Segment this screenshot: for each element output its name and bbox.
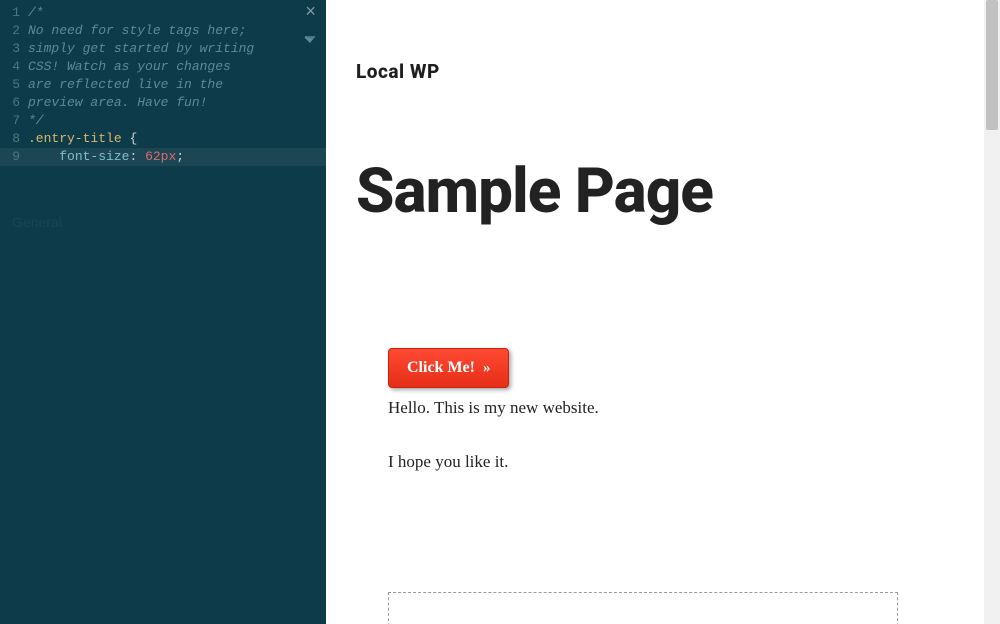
code-line[interactable]: 2No need for style tags here; [0,22,326,40]
code-line[interactable]: 5are reflected live in the [0,76,326,94]
code-line[interactable]: 6preview area. Have fun! [0,94,326,112]
code-text[interactable]: /* [28,4,326,22]
line-number: 7 [0,112,28,130]
code-text[interactable]: No need for style tags here; [28,22,326,40]
code-line[interactable]: 8.entry-title { [0,130,326,148]
css-editor-panel: × 1/*2No need for style tags here;3simpl… [0,0,326,624]
scrollbar[interactable] [984,0,1000,624]
line-number: 8 [0,130,28,148]
ghost-label: General [12,214,286,230]
code-text[interactable]: simply get started by writing [28,40,326,58]
line-number: 1 [0,4,28,22]
line-number: 5 [0,76,28,94]
code-text[interactable]: font-size: 62px; [28,148,326,166]
code-text[interactable]: preview area. Have fun! [28,94,326,112]
close-icon[interactable]: × [305,4,316,22]
line-number: 3 [0,40,28,58]
content-block-placeholder[interactable] [388,592,898,624]
code-line[interactable]: 4CSS! Watch as your changes [0,58,326,76]
code-editor[interactable]: 1/*2No need for style tags here;3simply … [0,0,326,166]
line-number: 6 [0,94,28,112]
paragraph: I hope you like it. [388,452,970,472]
code-text[interactable]: .entry-title { [28,130,326,148]
code-text[interactable]: */ [28,112,326,130]
live-preview: Local WP Sample Page Click Me! » Hello. … [326,0,1000,624]
code-text[interactable]: are reflected live in the [28,76,326,94]
line-number: 9 [0,148,28,166]
entry-title: Sample Page [356,155,970,228]
line-number: 4 [0,58,28,76]
paragraph: Hello. This is my new website. [388,398,970,418]
cta-button-label: Click Me! [407,359,475,377]
code-line[interactable]: 7*/ [0,112,326,130]
cta-button[interactable]: Click Me! » [388,348,509,388]
line-number: 2 [0,22,28,40]
collapse-icon[interactable] [304,34,316,46]
code-line[interactable]: 9 font-size: 62px; [0,148,326,166]
code-line[interactable]: 1/* [0,4,326,22]
chevron-right-double-icon: » [483,361,491,376]
code-line[interactable]: 3simply get started by writing [0,40,326,58]
entry-content: Click Me! » Hello. This is my new websit… [388,348,970,472]
scrollbar-thumb[interactable] [986,0,998,130]
code-text[interactable]: CSS! Watch as your changes [28,58,326,76]
site-title[interactable]: Local WP [356,60,970,83]
